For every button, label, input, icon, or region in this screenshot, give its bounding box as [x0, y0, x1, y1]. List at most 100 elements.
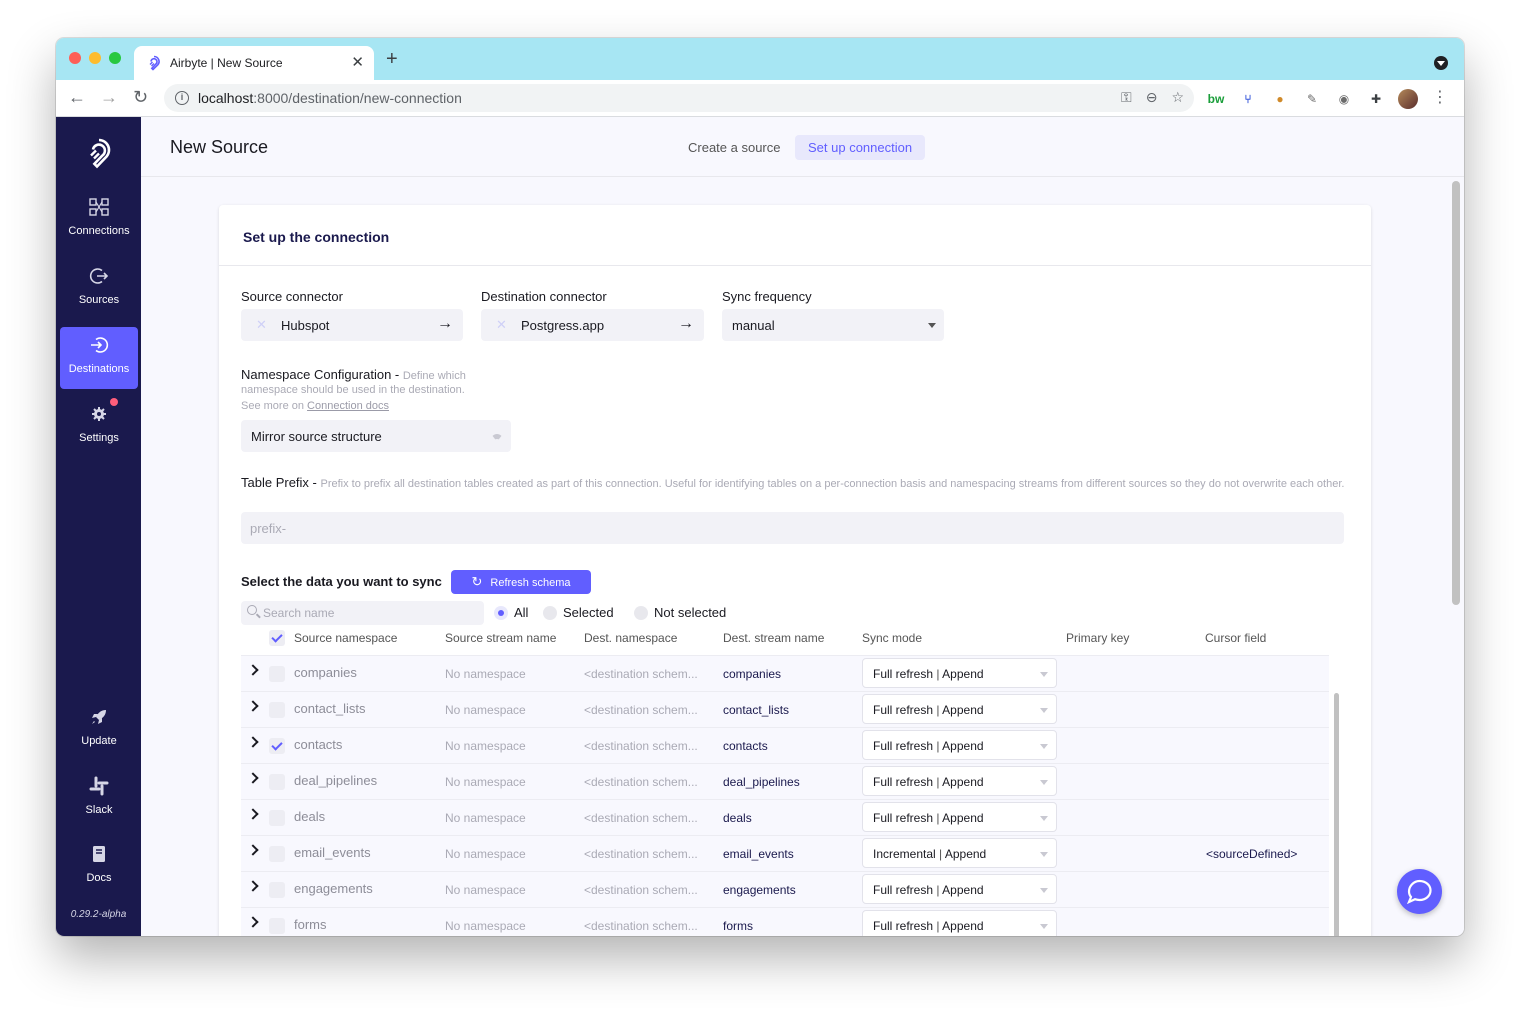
source-namespace: No namespace [445, 847, 526, 861]
table-scrollbar[interactable] [1334, 693, 1339, 936]
source-stream-name: deal_pipelines [294, 773, 378, 788]
page-scrollbar[interactable] [1452, 181, 1460, 605]
new-tab-button[interactable]: + [386, 49, 398, 69]
radio-icon[interactable] [634, 606, 648, 620]
airbyte-app: Connections Sources Destinations Setting… [56, 117, 1464, 936]
airbyte-logo-icon[interactable] [83, 137, 115, 169]
column-header-source-stream[interactable]: Source stream name [445, 631, 556, 645]
sidebar-item-destinations[interactable]: Destinations [60, 327, 138, 389]
table-prefix-input[interactable] [241, 512, 1344, 544]
source-connector-box[interactable]: ✕ Hubspot → [241, 309, 463, 341]
forward-icon[interactable]: → [100, 87, 118, 107]
column-header-dest-namespace[interactable]: Dest. namespace [584, 631, 677, 645]
sidebar-item-sources[interactable]: Sources [60, 258, 138, 320]
site-info-icon[interactable]: i [175, 91, 189, 105]
connection-docs-link[interactable]: Connection docs [307, 400, 389, 412]
sidebar: Connections Sources Destinations Setting… [56, 117, 141, 936]
chat-button[interactable] [1397, 869, 1442, 914]
close-window-button[interactable] [69, 52, 81, 64]
row-checkbox[interactable] [269, 774, 285, 790]
zoom-icon[interactable]: ⊖ [1146, 89, 1158, 106]
fork-extension-icon[interactable]: ⑂ [1238, 89, 1258, 109]
table-row[interactable]: deal_pipelines No namespace <destination s… [241, 763, 1329, 799]
select-all-checkbox[interactable] [269, 630, 285, 646]
sidebar-item-slack[interactable]: Slack [60, 768, 138, 830]
sync-mode-dropdown[interactable]: Incremental | Append [862, 838, 1057, 868]
source-namespace: No namespace [445, 883, 526, 897]
row-checkbox[interactable] [269, 882, 285, 898]
puzzle-extensions-icon[interactable]: ✚ [1366, 89, 1386, 109]
close-tab-icon[interactable]: ✕ [351, 53, 364, 71]
chevron-right-icon[interactable] [247, 772, 259, 784]
column-header-source-namespace[interactable]: Source namespace [294, 631, 397, 645]
sync-mode-dropdown[interactable]: Full refresh | Append [862, 766, 1057, 796]
reload-icon[interactable]: ↻ [133, 87, 148, 107]
sidebar-item-docs[interactable]: Docs [60, 836, 138, 898]
bookmark-star-icon[interactable]: ☆ [1171, 89, 1184, 106]
search-input[interactable] [263, 604, 473, 622]
sources-icon [89, 268, 109, 284]
column-header-dest-stream[interactable]: Dest. stream name [723, 631, 824, 645]
profile-avatar[interactable] [1398, 89, 1418, 109]
radio-icon[interactable] [543, 606, 557, 620]
record-extension-icon[interactable]: ◉ [1334, 89, 1354, 109]
arrow-right-icon[interactable]: → [437, 315, 453, 333]
radio-selected-icon[interactable] [494, 606, 508, 620]
chevron-right-icon[interactable] [247, 880, 259, 892]
row-checkbox[interactable] [269, 918, 285, 934]
chevron-right-icon[interactable] [247, 916, 259, 928]
namespace-dropdown[interactable]: Mirror source structure [241, 420, 511, 452]
column-header-sync-mode[interactable]: Sync mode [862, 631, 922, 645]
sidebar-item-connections[interactable]: Connections [60, 189, 138, 251]
refresh-schema-button[interactable]: ↻ Refresh schema [451, 570, 591, 594]
address-bar[interactable]: i localhost:8000/destination/new-connect… [164, 84, 1194, 112]
sync-mode-dropdown[interactable]: Full refresh | Append [862, 658, 1057, 688]
eyedropper-extension-icon[interactable]: ✎ [1302, 89, 1322, 109]
sync-mode-dropdown[interactable]: Full refresh | Append [862, 802, 1057, 832]
chevron-right-icon[interactable] [247, 700, 259, 712]
browser-menu-icon[interactable]: ⋮ [1432, 89, 1448, 107]
bitwarden-extension-icon[interactable]: bw [1206, 89, 1226, 109]
tab-search-icon[interactable] [1434, 56, 1448, 70]
cookie-extension-icon[interactable]: ● [1270, 89, 1290, 109]
chevron-right-icon[interactable] [247, 844, 259, 856]
chevron-right-icon[interactable] [247, 664, 259, 676]
tools-icon: ✕ [256, 317, 267, 332]
destination-connector-box[interactable]: ✕ Postgress.app → [481, 309, 704, 341]
step-create-source[interactable]: Create a source [675, 135, 794, 160]
column-header-primary-key[interactable]: Primary key [1066, 631, 1129, 645]
source-stream-name: companies [294, 665, 357, 680]
row-checkbox[interactable] [269, 702, 285, 718]
back-icon[interactable]: ← [68, 87, 86, 107]
sync-mode-value: Full refresh | Append [873, 775, 984, 789]
minimize-window-button[interactable] [89, 52, 101, 64]
chevron-right-icon[interactable] [247, 736, 259, 748]
row-checkbox[interactable] [269, 846, 285, 862]
table-row[interactable]: email_events No namespace <destination sch… [241, 835, 1329, 871]
table-row[interactable]: deals No namespace <destination schem... de… [241, 799, 1329, 835]
maximize-window-button[interactable] [109, 52, 121, 64]
column-header-cursor-field[interactable]: Cursor field [1205, 631, 1266, 645]
sync-mode-dropdown[interactable]: Full refresh | Append [862, 874, 1057, 904]
sync-mode-dropdown[interactable]: Full refresh | Append [862, 694, 1057, 724]
sync-frequency-dropdown[interactable]: manual [722, 309, 944, 341]
table-row[interactable]: companies No namespace <destination schem.… [241, 655, 1329, 691]
sidebar-item-settings[interactable]: Settings [60, 396, 138, 458]
table-row[interactable]: contact_lists No namespace <destination sc… [241, 691, 1329, 727]
browser-tab[interactable]: Airbyte | New Source ✕ [134, 46, 374, 80]
sync-mode-dropdown[interactable]: Full refresh | Append [862, 730, 1057, 760]
arrow-right-icon[interactable]: → [678, 315, 694, 333]
table-row[interactable]: engagements No namespace <destination sche… [241, 871, 1329, 907]
chevron-right-icon[interactable] [247, 808, 259, 820]
row-checkbox[interactable] [269, 810, 285, 826]
search-stream-box[interactable] [241, 601, 484, 625]
table-prefix-label: Table Prefix - Prefix to prefix all dest… [241, 475, 1345, 490]
sync-mode-dropdown[interactable]: Full refresh | Append [862, 910, 1057, 936]
step-set-up-connection[interactable]: Set up connection [795, 135, 926, 160]
key-icon[interactable]: ⚿ [1121, 89, 1132, 106]
row-checkbox[interactable] [269, 738, 285, 754]
table-row[interactable]: contacts No namespace <destination schem..… [241, 727, 1329, 763]
table-row[interactable]: forms No namespace <destination schem... fo… [241, 907, 1329, 936]
row-checkbox[interactable] [269, 666, 285, 682]
sidebar-item-update[interactable]: Update [60, 699, 138, 761]
